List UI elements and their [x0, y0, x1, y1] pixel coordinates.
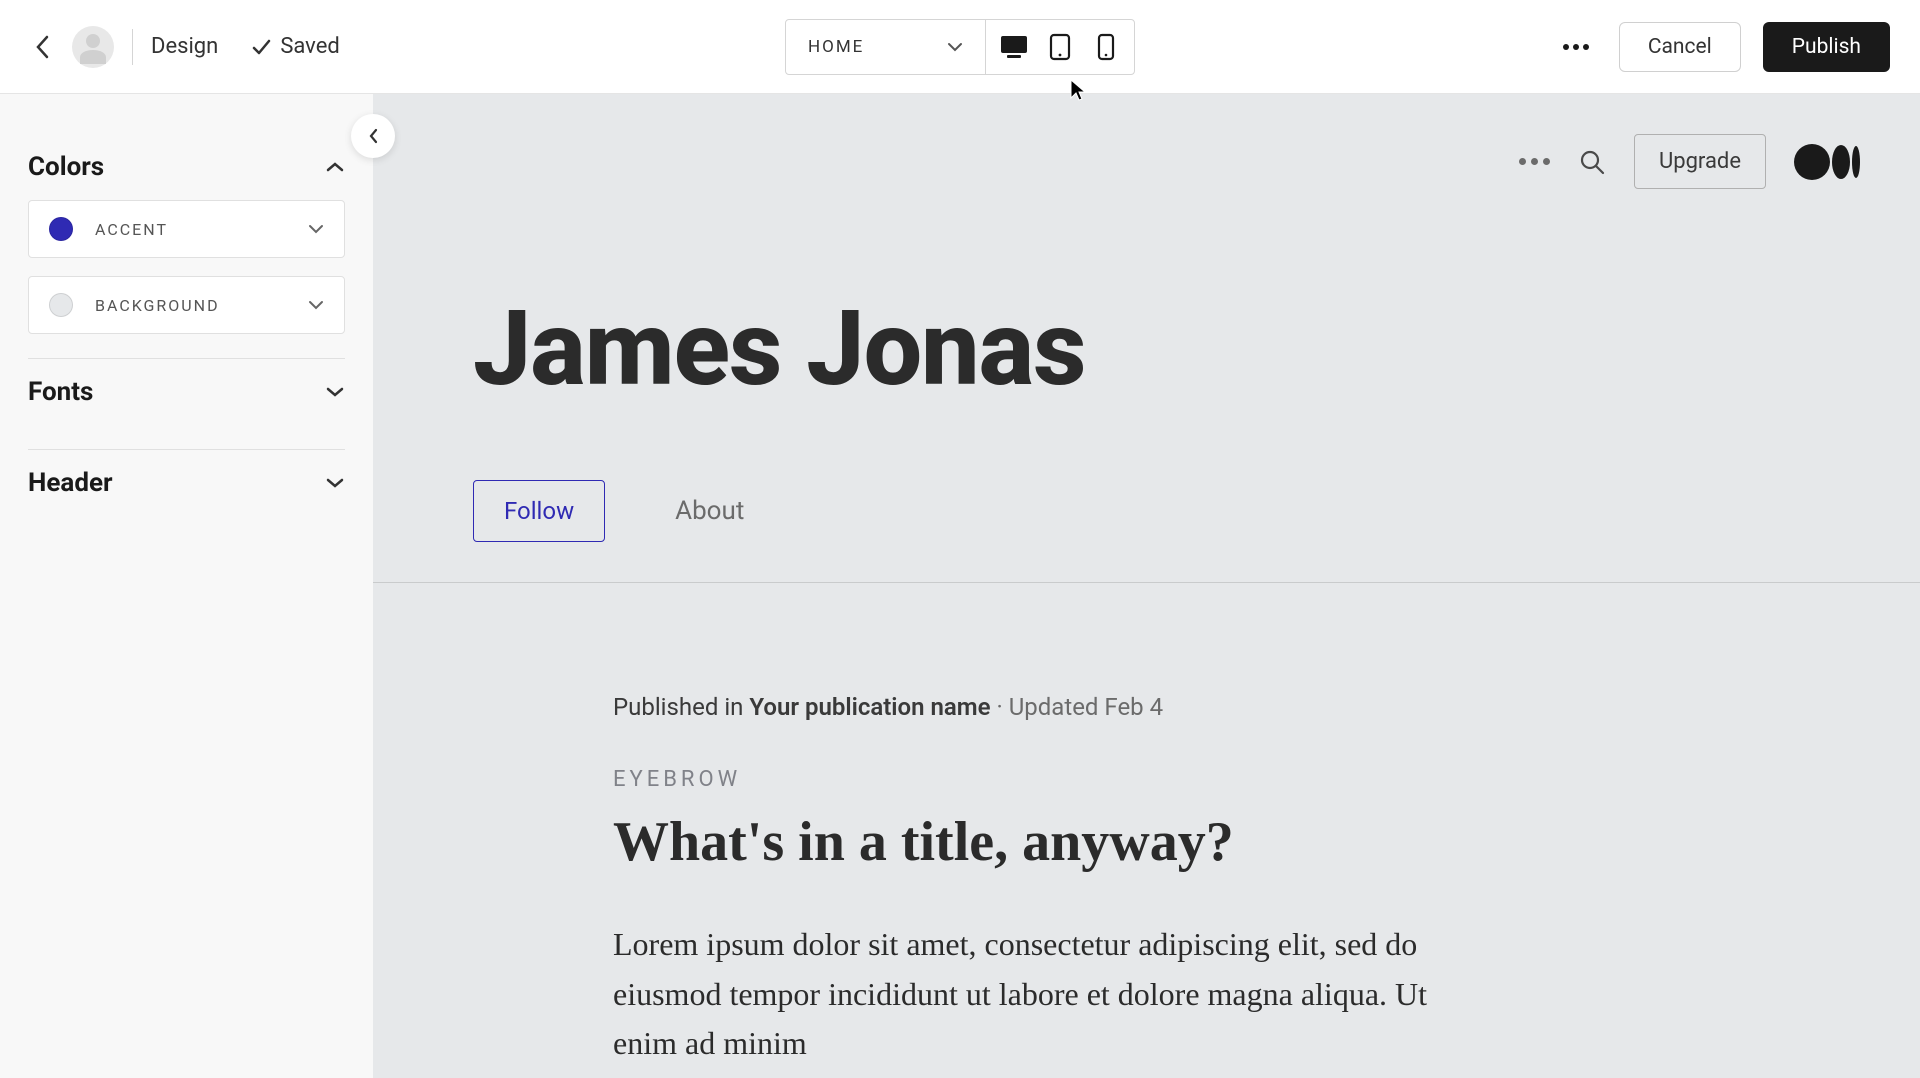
cancel-button[interactable]: Cancel: [1619, 22, 1741, 72]
check-icon: [250, 36, 272, 58]
colors-section-title: Colors: [28, 152, 104, 182]
cursor-icon: [1069, 78, 1087, 102]
colors-section-header[interactable]: Colors: [28, 134, 345, 200]
device-tablet-button[interactable]: [1044, 31, 1076, 63]
publish-line: Published in Your publication name · Upd…: [613, 693, 1473, 721]
accent-label: ACCENT: [95, 220, 168, 239]
publication-name[interactable]: Your publication name: [749, 693, 990, 721]
fonts-section-header[interactable]: Fonts: [28, 359, 345, 425]
page-selector-value: HOME: [808, 37, 864, 57]
collapse-sidebar-button[interactable]: [351, 114, 395, 158]
published-prefix: Published in: [613, 693, 749, 721]
device-mobile-button[interactable]: [1090, 31, 1122, 63]
medium-logo-icon[interactable]: [1794, 144, 1860, 180]
chevron-up-icon: [325, 161, 345, 173]
saved-status: Saved: [250, 34, 339, 59]
article-eyebrow: EYEBROW: [613, 767, 1473, 792]
search-icon[interactable]: [1578, 148, 1606, 176]
saved-text: Saved: [280, 34, 339, 59]
profile-avatar[interactable]: [72, 26, 114, 68]
accent-color-row[interactable]: ACCENT: [28, 200, 345, 258]
article-body: Lorem ipsum dolor sit amet, consectetur …: [613, 920, 1473, 1069]
chevron-down-icon: [325, 477, 345, 489]
about-tab[interactable]: About: [675, 496, 744, 526]
follow-button[interactable]: Follow: [473, 480, 605, 542]
background-label: BACKGROUND: [95, 296, 220, 315]
upgrade-button[interactable]: Upgrade: [1634, 134, 1766, 189]
separator: [132, 29, 133, 65]
fonts-section-title: Fonts: [28, 377, 93, 407]
header-section-title: Header: [28, 468, 113, 498]
chevron-down-icon: [947, 42, 963, 52]
background-color-row[interactable]: BACKGROUND: [28, 276, 345, 334]
more-options-button[interactable]: [1555, 36, 1597, 58]
publish-button[interactable]: Publish: [1763, 22, 1890, 72]
page-selector-dropdown[interactable]: HOME: [786, 20, 986, 74]
chevron-left-icon: [367, 127, 379, 145]
updated-date: · Updated Feb 4: [991, 693, 1164, 721]
accent-color-swatch: [49, 217, 73, 241]
back-button[interactable]: [30, 35, 54, 59]
header-section-header[interactable]: Header: [28, 450, 345, 516]
background-color-swatch: [49, 293, 73, 317]
design-label: Design: [151, 34, 218, 59]
chevron-down-icon: [308, 300, 324, 310]
device-desktop-button[interactable]: [998, 31, 1030, 63]
chevron-down-icon: [308, 224, 324, 234]
article-title: What's in a title, anyway?: [613, 810, 1473, 874]
chevron-down-icon: [325, 386, 345, 398]
site-title: James Jonas: [373, 189, 1920, 410]
preview-more-button[interactable]: [1519, 158, 1550, 165]
